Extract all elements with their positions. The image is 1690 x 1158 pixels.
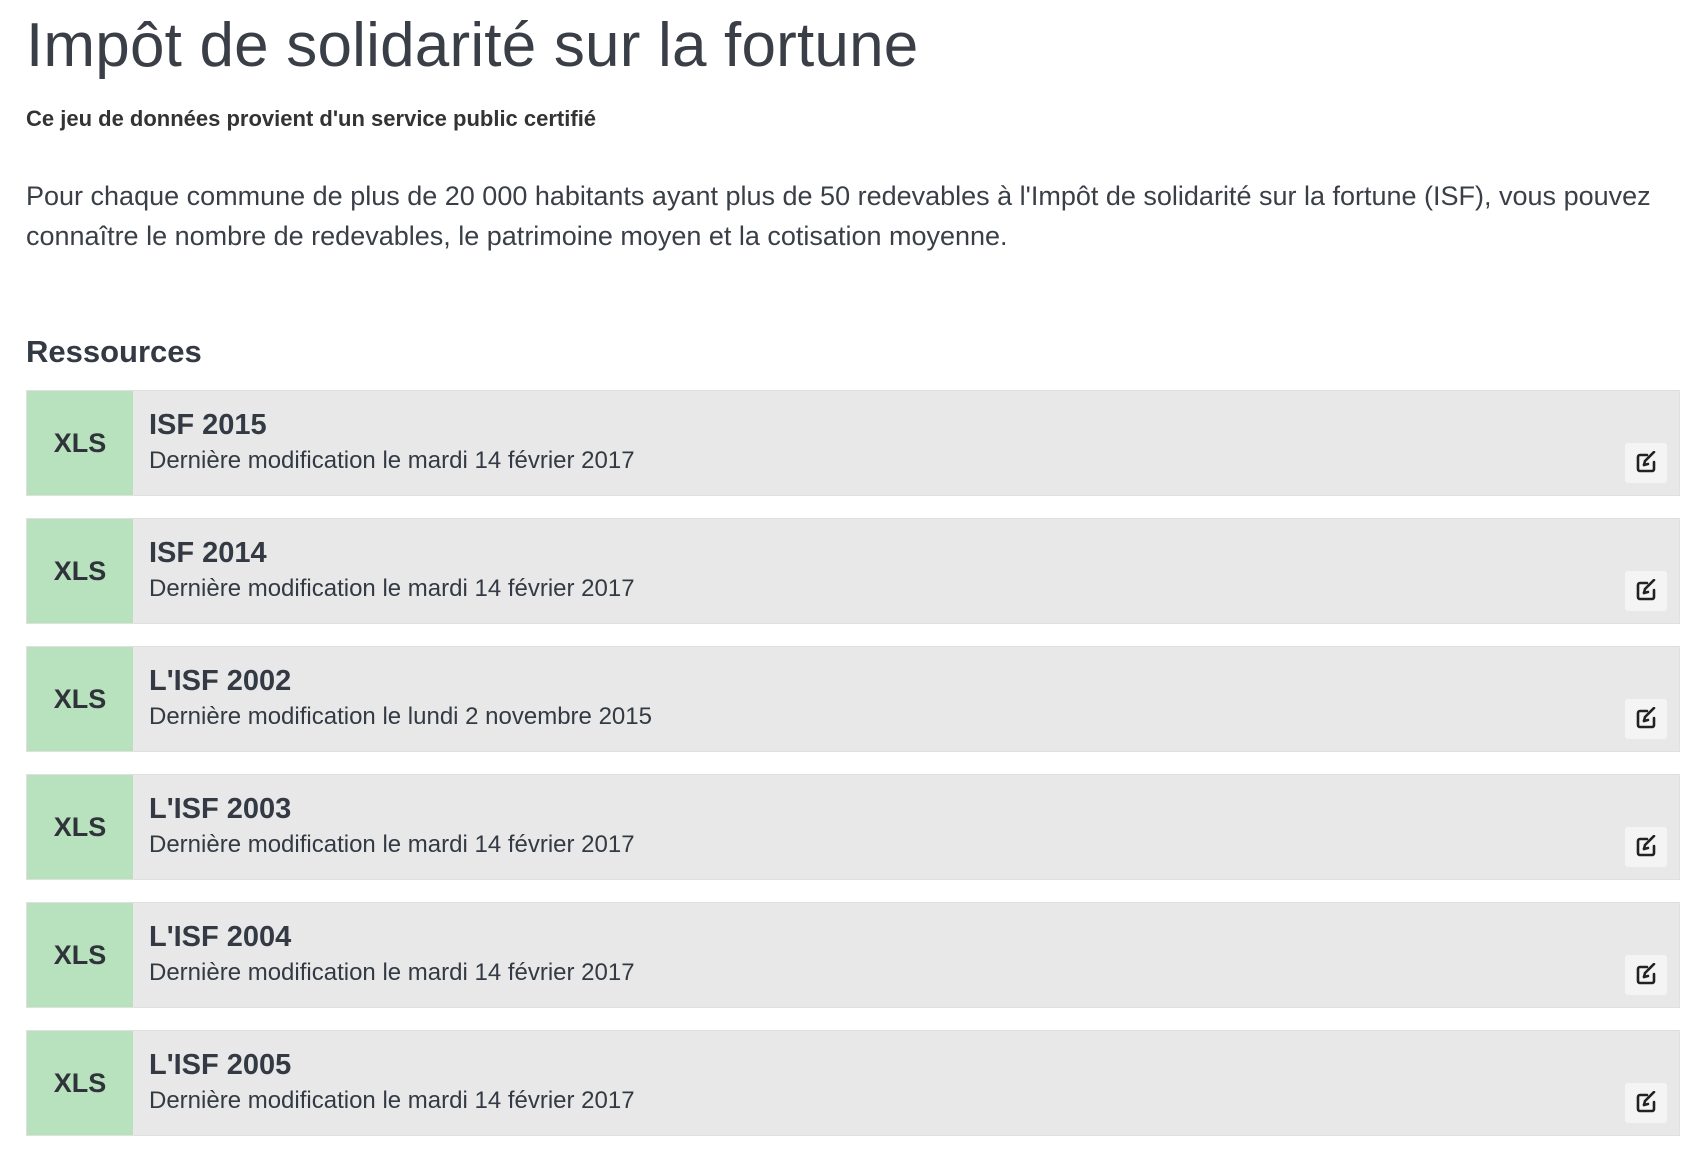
resource-title[interactable]: L'ISF 2004: [149, 921, 291, 954]
format-badge: XLS: [27, 775, 133, 879]
resource-modified-date: Dernière modification le mardi 14 févrie…: [149, 1087, 635, 1114]
edit-button[interactable]: [1625, 955, 1667, 995]
resource-title[interactable]: L'ISF 2005: [149, 1049, 291, 1082]
resource-title[interactable]: L'ISF 2002: [149, 665, 291, 698]
resource-modified-date: Dernière modification le mardi 14 févrie…: [149, 447, 635, 474]
edit-icon: [1636, 579, 1656, 601]
resource-title[interactable]: L'ISF 2003: [149, 793, 291, 826]
resource-item[interactable]: XLS L'ISF 2003 Dernière modification le …: [26, 774, 1680, 880]
edit-icon: [1636, 835, 1656, 857]
format-badge: XLS: [27, 903, 133, 1007]
edit-button[interactable]: [1625, 827, 1667, 867]
resource-item[interactable]: XLS L'ISF 2002 Dernière modification le …: [26, 646, 1680, 752]
edit-button[interactable]: [1625, 443, 1667, 483]
certified-notice: Ce jeu de données provient d'un service …: [26, 106, 597, 131]
edit-icon: [1636, 707, 1656, 729]
edit-button[interactable]: [1625, 699, 1667, 739]
edit-icon: [1636, 1091, 1656, 1113]
resource-modified-date: Dernière modification le mardi 14 févrie…: [149, 831, 635, 858]
resources-heading: Ressources: [26, 334, 202, 369]
resource-item[interactable]: XLS L'ISF 2004 Dernière modification le …: [26, 902, 1680, 1008]
edit-button[interactable]: [1625, 571, 1667, 611]
resource-modified-date: Dernière modification le mardi 14 févrie…: [149, 575, 635, 602]
resource-item[interactable]: XLS ISF 2014 Dernière modification le ma…: [26, 518, 1680, 624]
format-badge: XLS: [27, 391, 133, 495]
edit-button[interactable]: [1625, 1083, 1667, 1123]
resources-list: XLS ISF 2015 Dernière modification le ma…: [26, 390, 1680, 1158]
edit-icon: [1636, 451, 1656, 473]
resource-title[interactable]: ISF 2015: [149, 409, 267, 442]
format-badge: XLS: [27, 647, 133, 751]
page-title: Impôt de solidarité sur la fortune: [26, 11, 919, 80]
resource-item[interactable]: XLS L'ISF 2005 Dernière modification le …: [26, 1030, 1680, 1136]
format-badge: XLS: [27, 519, 133, 623]
resource-title[interactable]: ISF 2014: [149, 537, 267, 570]
resource-item[interactable]: XLS ISF 2015 Dernière modification le ma…: [26, 390, 1680, 496]
format-badge: XLS: [27, 1031, 133, 1135]
edit-icon: [1636, 963, 1656, 985]
resource-modified-date: Dernière modification le mardi 14 févrie…: [149, 959, 635, 986]
resource-modified-date: Dernière modification le lundi 2 novembr…: [149, 703, 652, 730]
dataset-description: Pour chaque commune de plus de 20 000 ha…: [26, 181, 1651, 251]
